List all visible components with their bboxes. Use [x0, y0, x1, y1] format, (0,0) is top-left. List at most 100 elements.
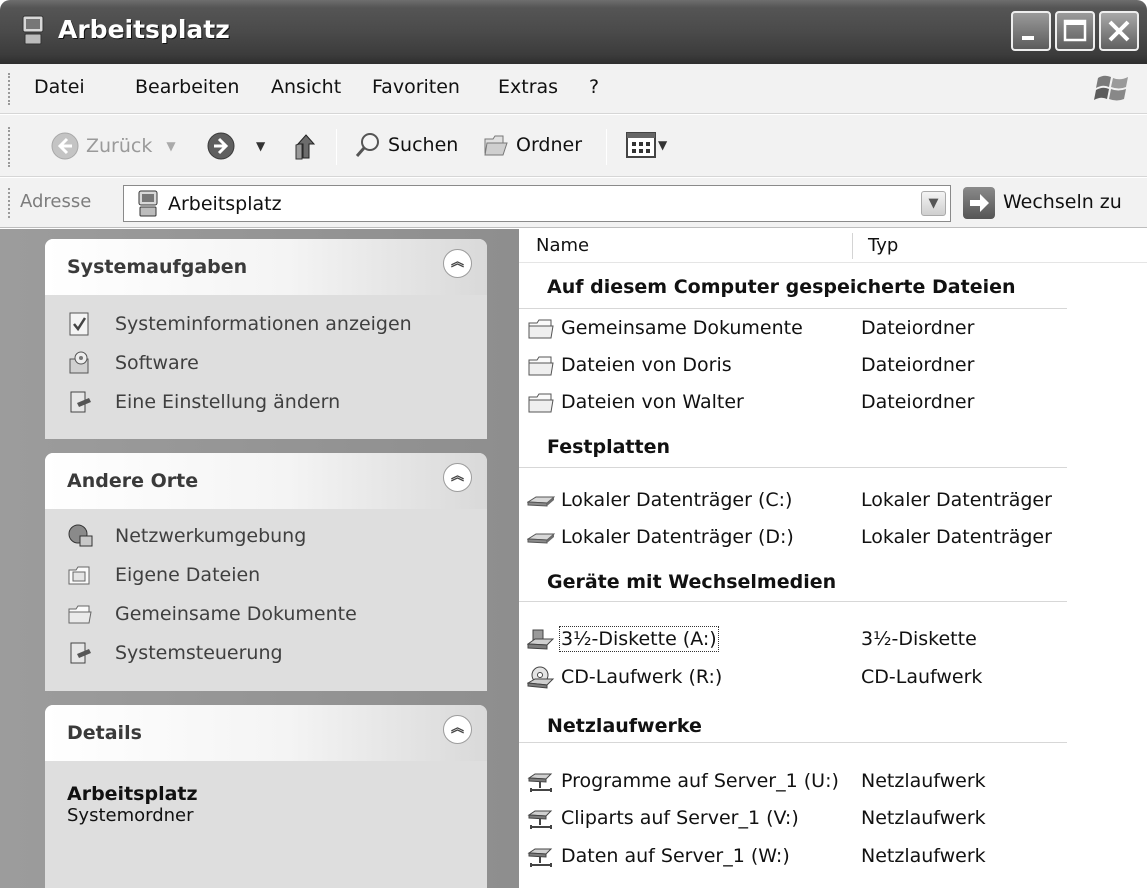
item-name: Dateien von Doris [561, 354, 732, 376]
place-network[interactable]: Netzwerkumgebung [67, 523, 306, 549]
go-label[interactable]: Wechseln zu [1003, 191, 1122, 213]
standard-toolbar: Zurück ▼ ▼ Suchen Ordner ▼ [0, 115, 1147, 177]
collapse-button[interactable]: ︽ [443, 715, 472, 744]
task-system-info[interactable]: Systeminformationen anzeigen [67, 311, 412, 337]
task-change-setting[interactable]: Eine Einstellung ändern [67, 389, 340, 415]
menu-bar: Datei Bearbeiten Ansicht Favoriten Extra… [0, 64, 1147, 114]
minimize-button[interactable] [1011, 11, 1051, 51]
file-list: Name Typ Auf diesem Computer gespeichert… [519, 229, 1147, 888]
item-name: Dateien von Walter [561, 391, 744, 413]
task-pane: Systemaufgaben ︽ Systeminformationen anz… [0, 229, 519, 888]
back-dropdown-icon[interactable]: ▼ [166, 139, 175, 153]
title-bar[interactable]: Arbeitsplatz [0, 0, 1147, 64]
windows-logo-icon [1094, 75, 1128, 101]
item-type: Netzlaufwerk [861, 807, 986, 829]
menu-extras[interactable]: Extras [498, 76, 558, 98]
list-item[interactable]: Gemeinsame Dokumente Dateiordner [527, 313, 1147, 345]
list-item[interactable]: Dateien von Walter Dateiordner [527, 387, 1147, 419]
task-label: Gemeinsame Dokumente [115, 603, 357, 625]
place-my-documents[interactable]: Eigene Dateien [67, 562, 260, 588]
task-label: Eine Einstellung ändern [115, 391, 341, 413]
address-value: Arbeitsplatz [168, 193, 282, 215]
search-button[interactable]: Suchen [354, 131, 458, 159]
network-drive-icon [527, 810, 553, 829]
toolbar-grip[interactable] [8, 127, 12, 167]
task-software[interactable]: Software [67, 350, 199, 376]
panel-header[interactable]: Andere Orte ︽ [45, 453, 487, 509]
maximize-button[interactable] [1055, 11, 1095, 51]
menu-ansicht[interactable]: Ansicht [271, 76, 341, 98]
place-control-panel[interactable]: Systemsteuerung [67, 640, 283, 666]
system-tasks-panel: Systemaufgaben ︽ Systeminformationen anz… [45, 239, 487, 439]
column-name-header[interactable]: Name [536, 235, 589, 256]
item-name: Programme auf Server_1 (U:) [561, 770, 839, 792]
search-label: Suchen [388, 134, 459, 156]
menu-bearbeiten[interactable]: Bearbeiten [135, 76, 239, 98]
list-item[interactable]: Programme auf Server_1 (U:) Netzlaufwerk [527, 766, 1147, 798]
group-divider [519, 601, 1067, 602]
folders-icon [484, 135, 508, 156]
item-type: CD-Laufwerk [861, 666, 983, 688]
back-button[interactable]: Zurück ▼ [50, 131, 176, 161]
list-item[interactable]: Daten auf Server_1 (W:) Netzlaufwerk [527, 841, 1147, 873]
menu-datei[interactable]: Datei [34, 76, 85, 98]
up-button[interactable] [290, 131, 322, 163]
control-panel-icon [70, 391, 91, 413]
go-arrow-icon [970, 194, 989, 212]
collapse-button[interactable]: ︽ [443, 249, 472, 278]
item-type: Lokaler Datenträger [861, 489, 1052, 511]
task-label: Systeminformationen anzeigen [115, 313, 412, 335]
panel-header[interactable]: Systemaufgaben ︽ [45, 239, 487, 295]
group-header: Auf diesem Computer gespeicherte Dateien [547, 276, 1016, 298]
collapse-button[interactable]: ︽ [443, 463, 472, 492]
views-button[interactable]: ▼ [626, 132, 667, 158]
cd-drive-icon [527, 666, 555, 689]
forward-arrow-icon [207, 132, 235, 160]
menu-favoriten[interactable]: Favoriten [372, 76, 460, 98]
network-drive-icon [527, 848, 553, 867]
panel-title: Andere Orte [67, 470, 199, 492]
network-places-icon [68, 524, 93, 547]
address-field[interactable]: Arbeitsplatz ▼ [123, 185, 951, 222]
toolbar-separator [606, 129, 607, 165]
my-computer-icon [138, 190, 158, 217]
item-name: Lokaler Datenträger (D:) [561, 526, 794, 548]
column-type-header[interactable]: Typ [868, 235, 898, 256]
forward-button[interactable]: ▼ [206, 131, 265, 161]
list-item[interactable]: 3½-Diskette (A:) 3½-Diskette [527, 624, 1147, 656]
address-grip[interactable] [8, 188, 12, 218]
list-item[interactable]: CD-Laufwerk (R:) CD-Laufwerk [527, 662, 1147, 694]
place-shared-documents[interactable]: Gemeinsame Dokumente [67, 601, 357, 627]
control-panel-icon [70, 642, 91, 664]
folder-icon [528, 393, 554, 413]
group-header: Netzlaufwerke [547, 715, 702, 737]
item-name: 3½-Diskette (A:) [559, 626, 719, 652]
item-type: Lokaler Datenträger [861, 526, 1052, 548]
folder-icon [528, 356, 554, 376]
toolbar-separator [336, 129, 337, 165]
item-type: Dateiordner [861, 354, 975, 376]
list-item[interactable]: Lokaler Datenträger (D:) Lokaler Datentr… [527, 522, 1147, 554]
address-dropdown-button[interactable]: ▼ [921, 191, 946, 216]
my-documents-icon [68, 566, 90, 585]
item-type: Dateiordner [861, 391, 975, 413]
panel-header[interactable]: Details ︽ [45, 705, 487, 761]
address-bar: Adresse Arbeitsplatz ▼ Wechseln zu [0, 178, 1147, 228]
menu-help[interactable]: ? [589, 76, 599, 98]
panel-title: Systemaufgaben [67, 256, 248, 278]
column-divider[interactable] [852, 233, 853, 259]
list-item[interactable]: Lokaler Datenträger (C:) Lokaler Datentr… [527, 485, 1147, 517]
menu-grip[interactable] [8, 73, 12, 105]
list-item[interactable]: Cliparts auf Server_1 (V:) Netzlaufwerk [527, 803, 1147, 835]
chevron-up-icon: ︽ [450, 255, 464, 270]
item-name: Daten auf Server_1 (W:) [561, 845, 790, 867]
close-button[interactable] [1099, 11, 1139, 51]
item-name: Cliparts auf Server_1 (V:) [561, 807, 799, 829]
forward-dropdown-icon[interactable]: ▼ [256, 139, 265, 153]
search-icon [355, 133, 379, 157]
folders-button[interactable]: Ordner [483, 131, 582, 159]
list-item[interactable]: Dateien von Doris Dateiordner [527, 350, 1147, 382]
address-label: Adresse [20, 191, 92, 212]
folder-icon [68, 605, 92, 624]
go-button[interactable] [963, 187, 995, 219]
